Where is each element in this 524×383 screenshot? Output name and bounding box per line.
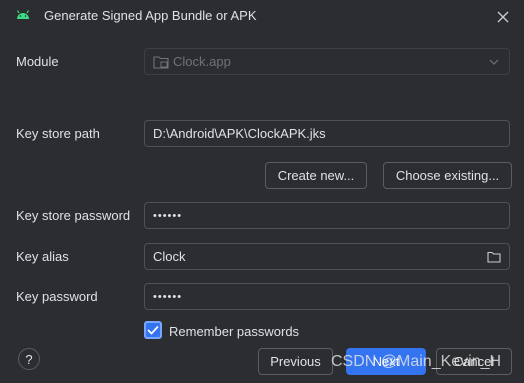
key-password-label: Key password bbox=[16, 289, 98, 304]
choose-existing-button[interactable]: Choose existing... bbox=[383, 162, 512, 189]
key-store-path-field[interactable] bbox=[144, 120, 510, 147]
create-new-button[interactable]: Create new... bbox=[265, 162, 367, 189]
key-alias-field[interactable]: Clock bbox=[144, 243, 510, 270]
key-store-path-input[interactable] bbox=[153, 126, 509, 141]
key-store-path-label: Key store path bbox=[16, 126, 100, 141]
module-icon bbox=[153, 55, 169, 69]
remember-passwords-label: Remember passwords bbox=[169, 324, 300, 339]
key-password-field[interactable]: •••••• bbox=[144, 283, 510, 310]
key-store-password-value: •••••• bbox=[153, 209, 183, 222]
key-store-password-label: Key store password bbox=[16, 208, 131, 223]
module-select[interactable]: Clock.app bbox=[144, 48, 510, 75]
remember-passwords-checkbox[interactable] bbox=[144, 321, 162, 339]
android-icon bbox=[16, 10, 30, 19]
module-label: Module bbox=[16, 54, 59, 69]
next-button[interactable]: Next bbox=[346, 348, 426, 375]
close-button[interactable] bbox=[490, 4, 516, 30]
title-bar: Generate Signed App Bundle or APK bbox=[0, 0, 524, 32]
key-alias-label: Key alias bbox=[16, 249, 69, 264]
key-store-password-field[interactable]: •••••• bbox=[144, 202, 510, 229]
check-icon bbox=[147, 325, 159, 335]
folder-icon[interactable] bbox=[487, 251, 501, 263]
previous-button[interactable]: Previous bbox=[258, 348, 333, 375]
key-alias-value: Clock bbox=[153, 249, 186, 264]
close-icon bbox=[497, 11, 509, 23]
key-password-value: •••••• bbox=[153, 290, 183, 303]
cancel-button[interactable]: Cancel bbox=[436, 348, 512, 375]
module-value: Clock.app bbox=[173, 54, 231, 69]
chevron-down-icon bbox=[489, 59, 499, 65]
dialog-title: Generate Signed App Bundle or APK bbox=[44, 8, 257, 23]
help-button[interactable]: ? bbox=[18, 348, 40, 370]
